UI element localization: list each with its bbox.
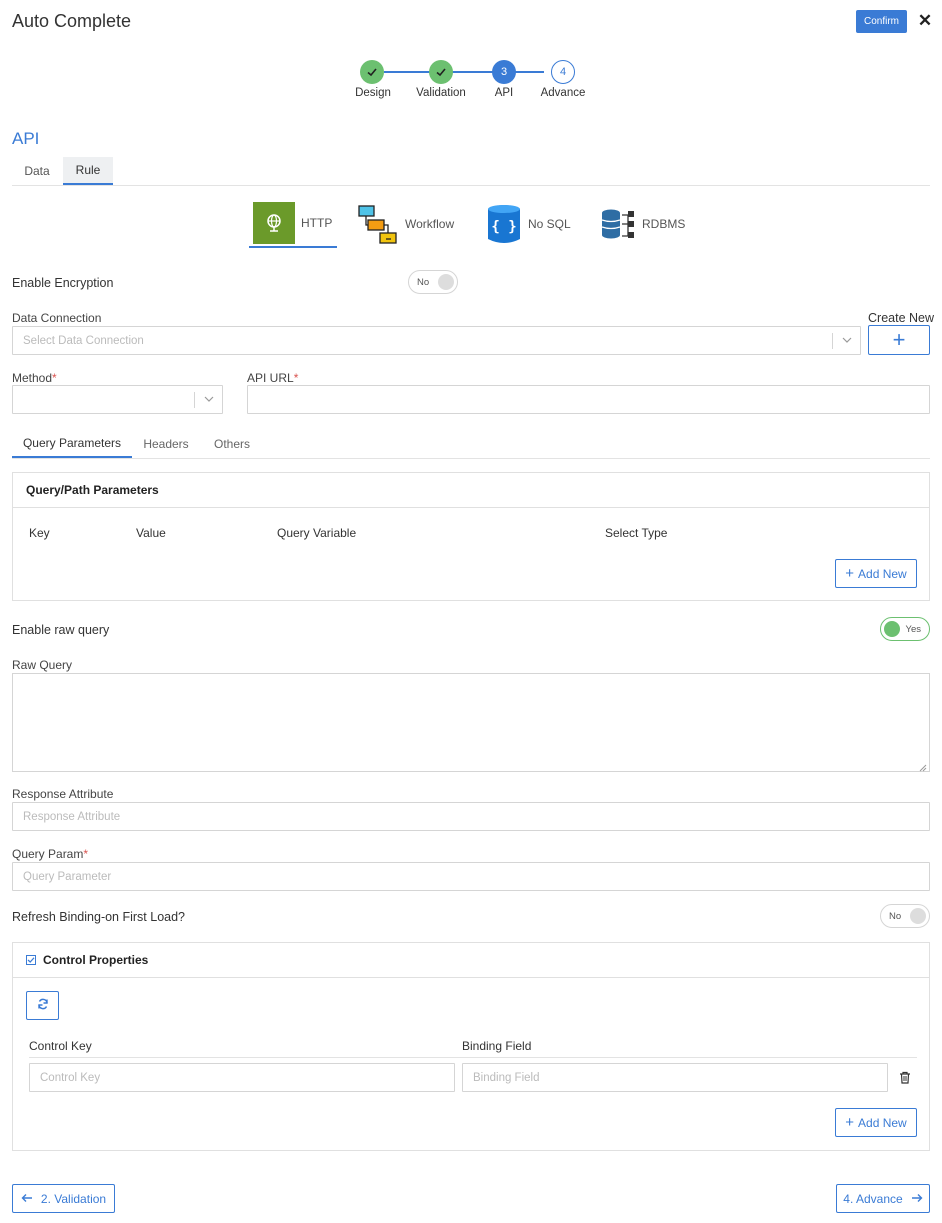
query-param-input[interactable]: Query Parameter <box>12 862 930 891</box>
confirm-button[interactable]: Confirm <box>856 10 907 33</box>
nosql-icon: { } <box>486 203 522 245</box>
globe-icon <box>253 202 295 244</box>
previous-step-button[interactable]: 2. Validation <box>12 1184 115 1213</box>
step-api-circle[interactable]: 3 <box>492 60 516 84</box>
tab-others[interactable]: Others <box>206 430 258 458</box>
step-design-circle[interactable] <box>360 60 384 84</box>
toggle-text: No <box>417 276 430 288</box>
column-select-type: Select Type <box>605 526 668 540</box>
data-connection-select[interactable]: Select Data Connection <box>12 326 861 355</box>
binding-field-placeholder: Binding Field <box>473 1071 540 1084</box>
response-attribute-placeholder: Response Attribute <box>23 810 121 823</box>
source-http[interactable]: HTTP <box>249 200 337 248</box>
tab-rule[interactable]: Rule <box>63 157 113 185</box>
response-attribute-label: Response Attribute <box>12 787 114 801</box>
check-icon <box>367 68 377 77</box>
create-new-connection-button[interactable]: + <box>868 325 930 355</box>
tab-data[interactable]: Data <box>12 157 62 185</box>
close-icon[interactable]: ✕ <box>917 10 933 32</box>
api-url-label: API URL* <box>247 371 299 385</box>
next-step-button[interactable]: 4. Advance <box>836 1184 930 1213</box>
resize-grip-icon[interactable] <box>919 761 927 772</box>
plus-icon: + <box>892 327 906 352</box>
column-key: Key <box>29 526 50 540</box>
toggle-knob <box>910 908 926 924</box>
tab-headers[interactable]: Headers <box>138 430 194 458</box>
method-label: Method* <box>12 371 57 385</box>
raw-query-label: Raw Query <box>12 658 73 672</box>
query-param-label: Query Param* <box>12 847 89 861</box>
data-connection-label: Data Connection <box>12 311 102 325</box>
create-new-label: Create New <box>868 311 934 325</box>
column-value: Value <box>136 526 166 540</box>
control-properties-panel: Control Properties Control Key Binding F… <box>12 942 930 1151</box>
previous-step-label: 2. Validation <box>40 1191 107 1206</box>
encryption-toggle[interactable]: No <box>408 270 458 294</box>
control-key-input[interactable]: Control Key <box>29 1063 455 1092</box>
trash-icon[interactable] <box>899 1071 911 1087</box>
refresh-icon <box>37 998 49 1013</box>
raw-query-textarea[interactable] <box>12 673 930 772</box>
source-nosql[interactable]: { } No SQL <box>486 200 581 248</box>
panel-header: Control Properties <box>13 943 929 978</box>
chevron-down-icon <box>203 393 215 408</box>
select-separator <box>194 392 195 408</box>
query-params-panel: Query/Path Parameters Key Value Query Va… <box>12 472 930 601</box>
add-new-label: Add New <box>858 1115 907 1130</box>
refresh-button[interactable] <box>26 991 59 1020</box>
chevron-down-icon <box>841 334 853 349</box>
toggle-knob <box>438 274 454 290</box>
stepper-connector <box>384 71 544 73</box>
source-rdbms[interactable]: RDBMS <box>600 200 695 248</box>
workflow-icon <box>357 203 399 245</box>
binding-field-input[interactable]: Binding Field <box>462 1063 888 1092</box>
toggle-text: No <box>889 910 902 922</box>
table-header-divider <box>29 1057 917 1058</box>
add-query-param-button[interactable]: + Add New <box>835 559 917 588</box>
toggle-knob <box>884 621 900 637</box>
rdbms-icon <box>600 206 636 242</box>
page-title: Auto Complete <box>12 11 132 31</box>
arrow-right-icon <box>911 1192 923 1206</box>
raw-query-toggle[interactable]: Yes <box>880 617 930 641</box>
api-url-input[interactable] <box>247 385 930 414</box>
next-step-label: 4. Advance <box>843 1191 903 1206</box>
checkbox-icon[interactable] <box>26 955 36 965</box>
step-label-advance: Advance <box>540 87 586 99</box>
toggle-text: Yes <box>905 623 922 635</box>
refresh-binding-label: Refresh Binding-on First Load? <box>12 910 186 924</box>
tab-query-parameters[interactable]: Query Parameters <box>12 430 132 458</box>
control-properties-title: Control Properties <box>43 953 149 967</box>
query-param-placeholder: Query Parameter <box>23 870 112 883</box>
response-attribute-input[interactable]: Response Attribute <box>12 802 930 831</box>
add-control-property-button[interactable]: + Add New <box>835 1108 917 1137</box>
control-key-placeholder: Control Key <box>40 1071 101 1084</box>
column-control-key: Control Key <box>29 1039 92 1053</box>
step-validation-circle[interactable] <box>429 60 453 84</box>
svg-text:{ }: { } <box>491 219 516 235</box>
check-icon <box>436 68 446 77</box>
plus-icon: + <box>845 565 855 582</box>
enable-encryption-label: Enable Encryption <box>12 276 114 290</box>
tabs-divider <box>12 185 930 186</box>
step-advance-circle[interactable]: 4 <box>551 60 575 84</box>
column-query-variable: Query Variable <box>277 526 357 540</box>
section-title: API <box>12 129 40 148</box>
source-label: RDBMS <box>642 217 686 231</box>
method-select[interactable] <box>12 385 223 414</box>
subtabs-divider <box>12 458 930 459</box>
column-binding-field: Binding Field <box>462 1039 532 1053</box>
panel-header: Query/Path Parameters <box>13 473 929 508</box>
source-label: Workflow <box>405 217 455 231</box>
source-label: HTTP <box>301 216 333 230</box>
refresh-binding-toggle[interactable]: No <box>880 904 930 928</box>
select-separator <box>832 333 833 349</box>
source-label: No SQL <box>528 217 571 231</box>
enable-raw-query-label: Enable raw query <box>12 623 110 637</box>
source-workflow[interactable]: Workflow <box>357 200 467 248</box>
arrow-left-icon <box>21 1192 33 1206</box>
data-connection-placeholder: Select Data Connection <box>23 334 144 347</box>
add-new-label: Add New <box>858 566 907 581</box>
plus-icon: + <box>845 1114 855 1131</box>
